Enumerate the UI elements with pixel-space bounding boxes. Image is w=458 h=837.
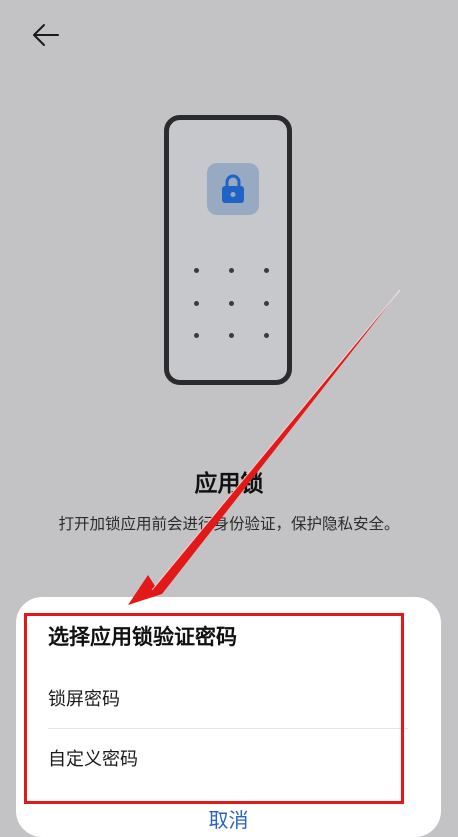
pattern-dot xyxy=(229,301,234,306)
cancel-button[interactable]: 取消 xyxy=(16,804,441,833)
highlight-box xyxy=(24,613,404,804)
pattern-dot xyxy=(229,268,234,273)
lock-icon xyxy=(222,174,244,203)
pattern-dot xyxy=(264,333,269,338)
pattern-dot xyxy=(264,301,269,306)
pattern-dot xyxy=(264,268,269,273)
pattern-dot xyxy=(194,268,199,273)
phone-illustration xyxy=(164,115,292,385)
pattern-dot xyxy=(194,301,199,306)
pattern-dots xyxy=(194,268,269,343)
arrow-left-icon xyxy=(33,24,59,46)
back-button[interactable] xyxy=(30,22,62,48)
page-title: 应用锁 xyxy=(194,471,264,497)
pattern-dot xyxy=(229,333,234,338)
page-description: 打开加锁应用前会进行身份验证，保护隐私安全。 xyxy=(58,515,400,533)
lock-tile xyxy=(207,163,259,215)
pattern-dot xyxy=(194,333,199,338)
